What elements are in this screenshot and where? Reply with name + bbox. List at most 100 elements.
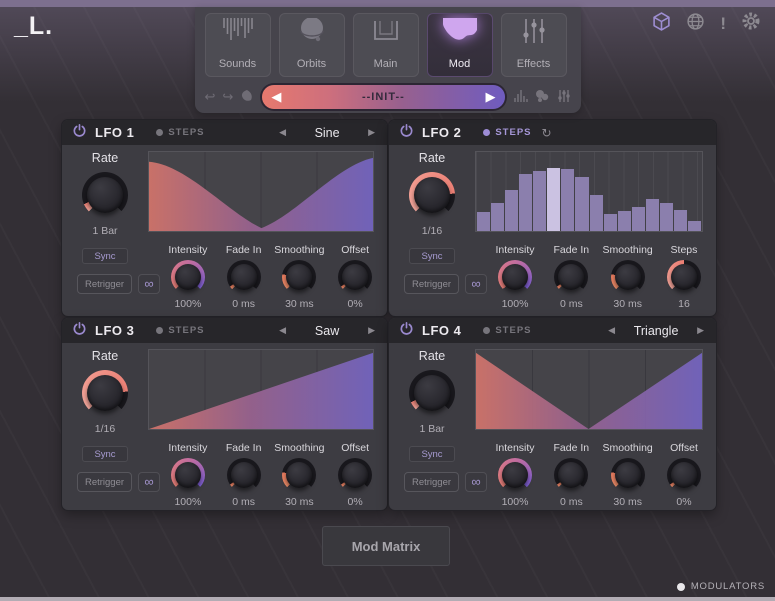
- lfo4-panel: LFO 4 STEPS ◀ Triangle ▶ Rate 1 Bar Sync…: [389, 318, 716, 510]
- wave-prev-arrow[interactable]: ◀: [277, 325, 288, 336]
- lfo4-loop-button[interactable]: ∞: [465, 472, 487, 492]
- tab-orbits[interactable]: Orbits: [279, 13, 345, 77]
- lfo3-waveform-display: [148, 349, 374, 430]
- fade-in-knob[interactable]: [227, 458, 261, 492]
- lfo3-sync-button[interactable]: Sync: [82, 446, 128, 462]
- lfo3-rate-value: 1/16: [62, 423, 148, 435]
- step-bar[interactable]: [618, 211, 631, 231]
- power-icon[interactable]: [399, 123, 414, 143]
- smoothing-knob[interactable]: [611, 458, 645, 492]
- mod-matrix-button[interactable]: Mod Matrix: [322, 526, 450, 566]
- mixer-icon[interactable]: [557, 89, 571, 106]
- save-preset-icon[interactable]: [240, 89, 254, 106]
- lfo1-title: LFO 1: [95, 125, 134, 140]
- lfo4-steps-toggle[interactable]: STEPS: [483, 325, 531, 336]
- tab-sounds[interactable]: Sounds: [205, 13, 271, 77]
- smoothing-knob[interactable]: [282, 458, 316, 492]
- lfo3-knob-row: Intensity100% Fade In0 ms Smoothing30 ms…: [160, 442, 383, 508]
- undo-icon[interactable]: ↩: [205, 89, 216, 105]
- lfo1-wave-name[interactable]: Sine: [296, 126, 358, 140]
- intensity-knob[interactable]: [171, 458, 205, 492]
- step-bar[interactable]: [660, 203, 673, 231]
- lfo4-sync-button[interactable]: Sync: [409, 446, 455, 462]
- intensity-knob[interactable]: [498, 260, 532, 294]
- blob-icon[interactable]: [535, 89, 550, 106]
- step-bar[interactable]: [477, 212, 490, 231]
- tab-mod[interactable]: Mod: [427, 13, 493, 77]
- steps-dot-icon: [483, 327, 490, 334]
- lfo1-waveform-display: [148, 151, 374, 232]
- smoothing-knob[interactable]: [282, 260, 316, 294]
- lfo2-header: LFO 2 STEPS ↻: [389, 120, 716, 145]
- cube-3d-icon[interactable]: [652, 12, 671, 36]
- step-bar[interactable]: [491, 203, 504, 231]
- preset-next-arrow[interactable]: ▶: [486, 85, 496, 109]
- step-bar[interactable]: [632, 207, 645, 231]
- steps-knob[interactable]: [667, 260, 701, 294]
- settings-gear-icon[interactable]: [741, 11, 761, 36]
- tab-main[interactable]: Main: [353, 13, 419, 77]
- lfo2-sync-button[interactable]: Sync: [409, 248, 455, 264]
- lfo4-rate-knob[interactable]: [409, 370, 455, 416]
- wave-prev-arrow[interactable]: ◀: [606, 325, 617, 336]
- step-bar[interactable]: [575, 177, 588, 231]
- lfo3-loop-button[interactable]: ∞: [138, 472, 160, 492]
- step-bar[interactable]: [519, 174, 532, 231]
- history-icons: ↩ ↪: [205, 89, 255, 106]
- alert-icon[interactable]: !: [720, 15, 726, 33]
- mod-wave-icon: [428, 18, 492, 50]
- tab-effects[interactable]: Effects: [501, 13, 567, 77]
- lfo-grid: LFO 1 STEPS ◀ Sine ▶ Rate 1 Bar Sync Ret…: [62, 120, 716, 510]
- step-bar[interactable]: [674, 210, 687, 231]
- intensity-knob[interactable]: [171, 260, 205, 294]
- lfo1-retrigger-button[interactable]: Retrigger: [77, 274, 132, 294]
- lfo2-steps-display[interactable]: [475, 151, 703, 232]
- fade-in-knob[interactable]: [554, 458, 588, 492]
- lfo3-rate-knob[interactable]: [82, 370, 128, 416]
- preset-selector[interactable]: ◀ --INIT-- ▶: [262, 85, 504, 109]
- step-bar[interactable]: [646, 199, 659, 231]
- lfo4-rate-value: 1 Bar: [389, 423, 475, 435]
- step-bar[interactable]: [561, 169, 574, 231]
- lfo2-steps-toggle[interactable]: STEPS: [483, 127, 531, 138]
- smoothing-knob[interactable]: [611, 260, 645, 294]
- fade-in-knob[interactable]: [554, 260, 588, 294]
- offset-knob[interactable]: [338, 260, 372, 294]
- lfo2-loop-button[interactable]: ∞: [465, 274, 487, 294]
- lfo4-wave-name[interactable]: Triangle: [625, 324, 687, 338]
- step-bar[interactable]: [547, 168, 560, 231]
- intensity-knob[interactable]: [498, 458, 532, 492]
- wave-next-arrow[interactable]: ▶: [695, 325, 706, 336]
- step-bar[interactable]: [688, 221, 701, 231]
- orbits-sphere-icon: [280, 18, 344, 46]
- power-icon[interactable]: [399, 321, 414, 341]
- step-bar[interactable]: [505, 190, 518, 231]
- globe-icon[interactable]: [686, 12, 705, 36]
- preset-prev-arrow[interactable]: ◀: [271, 85, 281, 109]
- tab-orbits-label: Orbits: [297, 58, 326, 70]
- lfo3-retrigger-button[interactable]: Retrigger: [77, 472, 132, 492]
- wave-next-arrow[interactable]: ▶: [366, 127, 377, 138]
- fade-in-knob[interactable]: [227, 260, 261, 294]
- wave-prev-arrow[interactable]: ◀: [277, 127, 288, 138]
- step-bar[interactable]: [590, 195, 603, 231]
- lfo3-wave-name[interactable]: Saw: [296, 324, 358, 338]
- offset-knob[interactable]: [667, 458, 701, 492]
- lfo3-steps-toggle[interactable]: STEPS: [156, 325, 204, 336]
- lfo4-retrigger-button[interactable]: Retrigger: [404, 472, 459, 492]
- analyzer-icon[interactable]: [513, 89, 528, 106]
- lfo1-steps-toggle[interactable]: STEPS: [156, 127, 204, 138]
- offset-knob[interactable]: [338, 458, 372, 492]
- lfo1-sync-button[interactable]: Sync: [82, 248, 128, 264]
- lfo1-rate-knob[interactable]: [82, 172, 128, 218]
- redo-icon[interactable]: ↪: [222, 89, 233, 105]
- step-bar[interactable]: [604, 214, 617, 231]
- power-icon[interactable]: [72, 123, 87, 143]
- power-icon[interactable]: [72, 321, 87, 341]
- randomize-steps-icon[interactable]: ↻: [542, 126, 552, 140]
- lfo2-retrigger-button[interactable]: Retrigger: [404, 274, 459, 294]
- step-bar[interactable]: [533, 171, 546, 231]
- lfo2-rate-knob[interactable]: [409, 172, 455, 218]
- lfo1-loop-button[interactable]: ∞: [138, 274, 160, 294]
- wave-next-arrow[interactable]: ▶: [366, 325, 377, 336]
